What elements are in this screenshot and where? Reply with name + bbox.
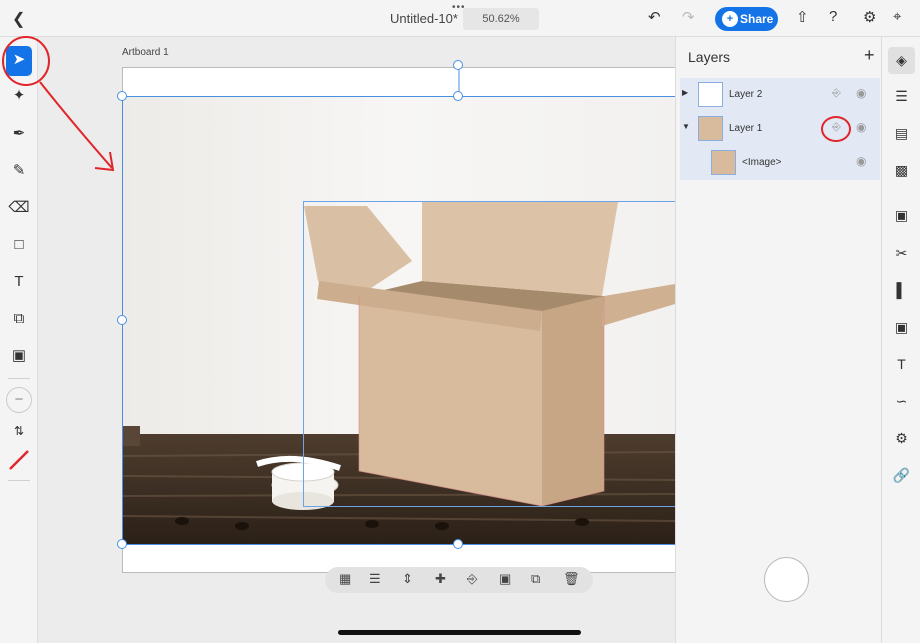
home-indicator[interactable] xyxy=(338,630,581,635)
annotation-overlay xyxy=(2,36,851,172)
